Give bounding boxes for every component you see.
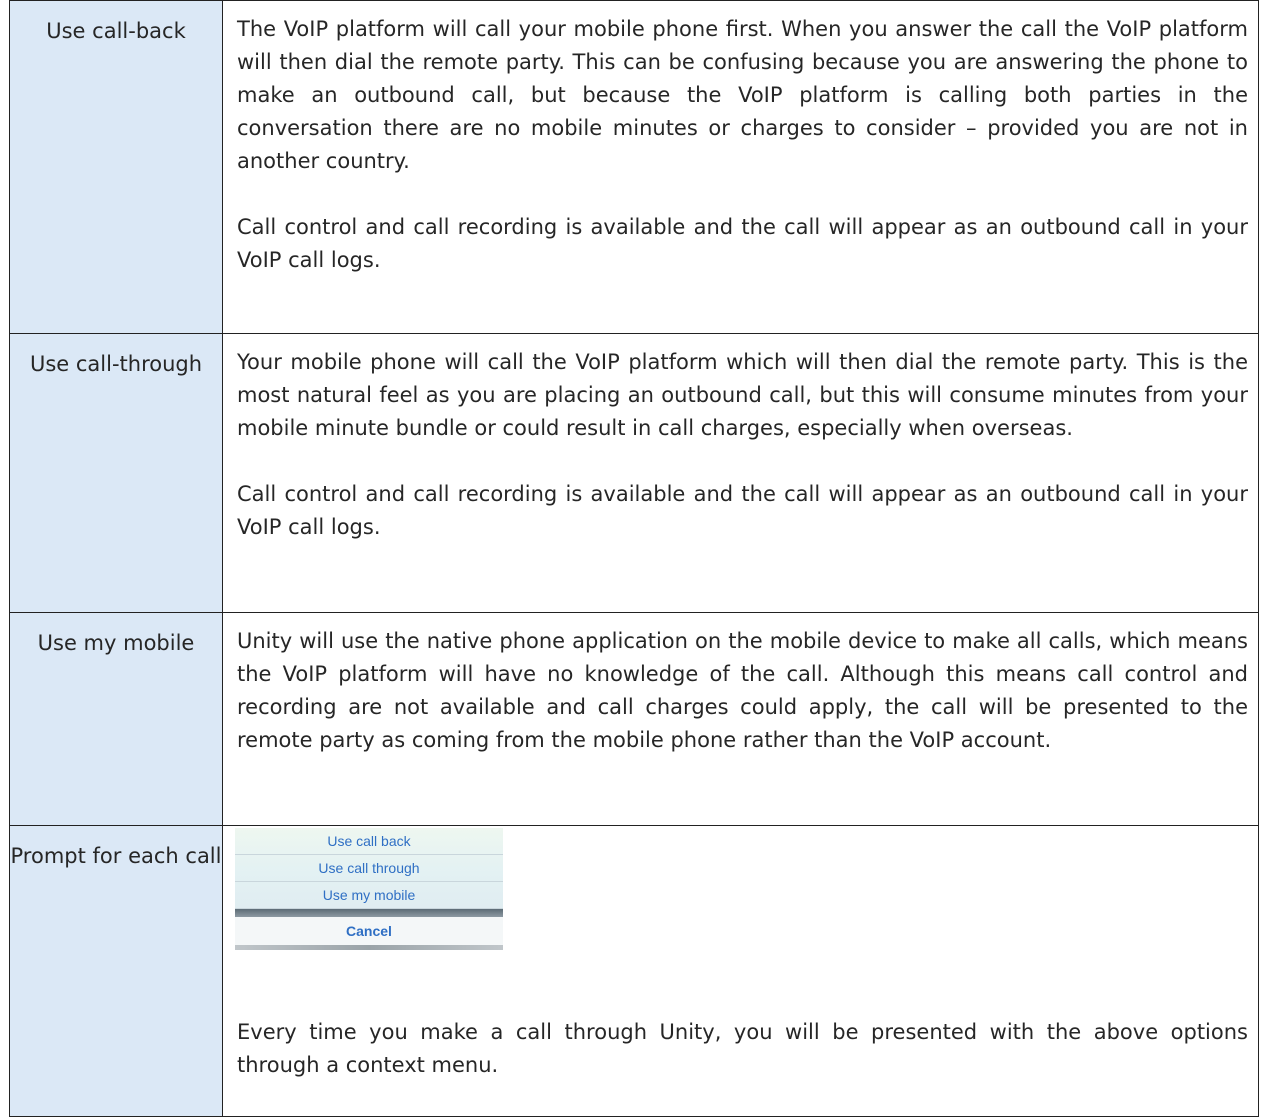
description-paragraph: Unity will use the native phone applicat… [237, 629, 1248, 752]
menu-item-my-mobile: Use my mobile [235, 882, 503, 909]
description-paragraph: Call control and call recording is avail… [237, 482, 1248, 539]
menu-item-call-back: Use call back [235, 828, 503, 855]
menu-divider [235, 909, 503, 917]
description-paragraph: Call control and call recording is avail… [237, 215, 1248, 272]
table-row: Use call-back The VoIP platform will cal… [9, 0, 1259, 334]
option-label-my-mobile: Use my mobile [9, 612, 223, 826]
option-description-prompt: Use call back Use call through Use my mo… [222, 825, 1259, 1117]
tab-bar-strip [235, 945, 503, 950]
context-menu-screenshot: Use call back Use call through Use my mo… [235, 828, 503, 950]
table-row: Prompt for each call Use call back Use c… [9, 825, 1259, 1117]
option-description-call-back: The VoIP platform will call your mobile … [222, 0, 1259, 334]
call-options-table: Use call-back The VoIP platform will cal… [9, 0, 1259, 1117]
description-paragraph: The VoIP platform will call your mobile … [237, 17, 1248, 173]
table-row: Use call-through Your mobile phone will … [9, 333, 1259, 613]
option-label-prompt: Prompt for each call [9, 825, 223, 1117]
option-label-call-back: Use call-back [9, 0, 223, 334]
description-paragraph: Every time you make a call through Unity… [237, 1020, 1248, 1077]
option-description-my-mobile: Unity will use the native phone applicat… [222, 612, 1259, 826]
option-description-call-through: Your mobile phone will call the VoIP pla… [222, 333, 1259, 613]
description-paragraph: Your mobile phone will call the VoIP pla… [237, 350, 1248, 440]
option-label-call-through: Use call-through [9, 333, 223, 613]
menu-item-call-through: Use call through [235, 855, 503, 882]
menu-cancel: Cancel [235, 917, 503, 945]
table-row: Use my mobile Unity will use the native … [9, 612, 1259, 826]
